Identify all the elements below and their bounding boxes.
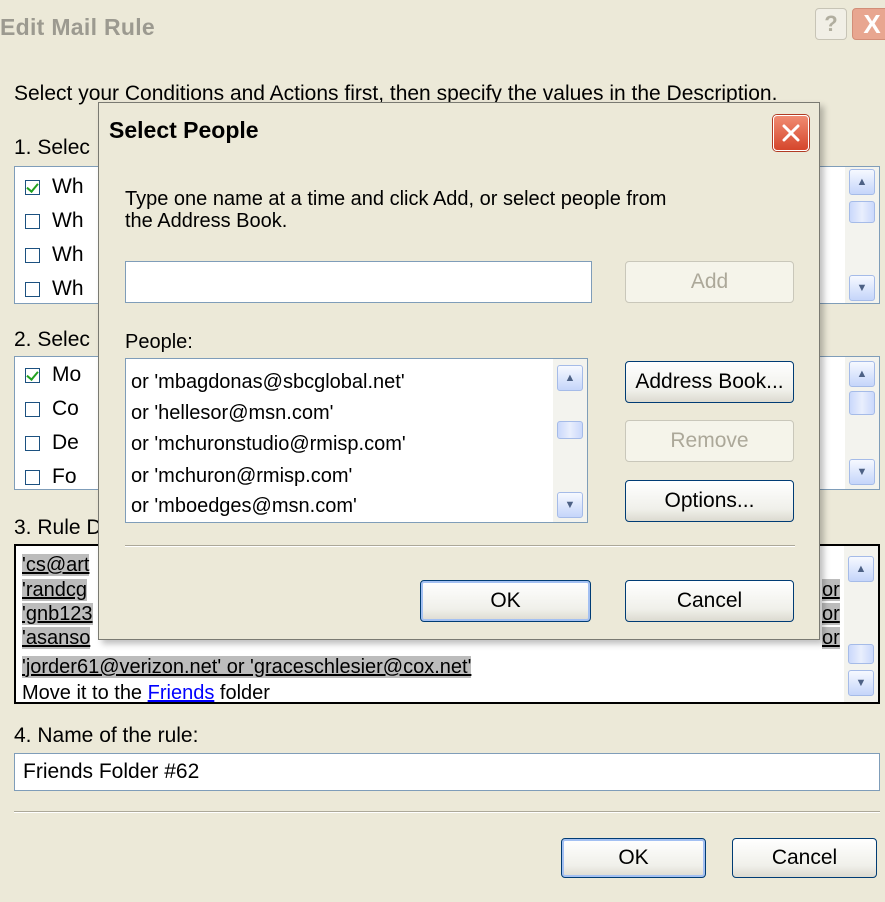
section2-label: 2. Selec — [14, 328, 90, 351]
close-button[interactable]: X — [852, 8, 885, 40]
scroll-up-icon[interactable]: ▲ — [849, 169, 875, 195]
description-recipient-link[interactable]: 'cs@art — [22, 554, 90, 576]
condition-row[interactable]: Wh — [25, 209, 84, 233]
description-recipient-link[interactable]: 'gnb123 — [22, 603, 93, 625]
dialog-title: Select People — [109, 117, 259, 143]
scroll-down-icon[interactable]: ▼ — [557, 492, 583, 518]
remove-button[interactable]: Remove — [625, 420, 794, 462]
scroll-up-icon[interactable]: ▲ — [849, 361, 875, 387]
checkbox[interactable] — [25, 247, 40, 263]
close-icon[interactable] — [773, 115, 809, 151]
scroll-down-icon[interactable]: ▼ — [849, 275, 875, 301]
action-label: Co — [52, 397, 79, 420]
people-list[interactable]: or 'mbagdonas@sbcglobal.net' or 'helleso… — [125, 358, 588, 523]
description-recipient-link[interactable]: 'asanso — [22, 627, 91, 649]
condition-label: Wh — [52, 243, 84, 266]
rule-name-input[interactable]: Friends Folder #62 — [14, 753, 880, 791]
list-item[interactable]: or 'mchuron@rmisp.com' — [131, 465, 352, 488]
action-label: De — [52, 431, 79, 454]
description-or-text: or — [822, 579, 840, 601]
select-people-dialog: Select People Type one name at a time an… — [98, 102, 820, 640]
list-item[interactable]: or 'mboedges@msn.com' — [131, 495, 357, 518]
section3-label: 3. Rule D — [14, 516, 102, 539]
options-button[interactable]: Options... — [625, 480, 794, 522]
checkbox[interactable] — [25, 367, 40, 383]
condition-label: Wh — [52, 175, 84, 198]
ok-button[interactable]: OK — [561, 838, 706, 878]
section4-label: 4. Name of the rule: — [14, 724, 199, 747]
action-label: Fo — [52, 465, 77, 488]
conditions-scrollbar[interactable]: ▲ ▼ — [845, 167, 879, 303]
description-folder-text: folder — [214, 682, 270, 704]
help-button[interactable]: ? — [815, 8, 847, 40]
description-or-text: or — [822, 603, 840, 625]
description-recipient-link[interactable]: 'randcg — [22, 579, 87, 601]
divider — [14, 811, 880, 813]
scroll-thumb[interactable] — [848, 644, 874, 664]
people-scrollbar[interactable]: ▲ ▼ — [553, 359, 587, 522]
ok-button[interactable]: OK — [420, 580, 591, 622]
checkbox[interactable] — [25, 213, 40, 229]
people-label: People: — [125, 331, 193, 353]
description-scrollbar[interactable]: ▲ ▼ — [844, 546, 878, 702]
action-row[interactable]: Co — [25, 397, 79, 421]
scroll-thumb[interactable] — [557, 421, 583, 439]
action-label: Mo — [52, 363, 82, 386]
select-people-instruction: Type one name at a time and click Add, o… — [125, 188, 667, 232]
action-row[interactable]: De — [25, 431, 79, 455]
cancel-button[interactable]: Cancel — [625, 580, 794, 622]
scroll-up-icon[interactable]: ▲ — [848, 556, 874, 582]
condition-label: Wh — [52, 277, 84, 300]
actions-scrollbar[interactable]: ▲ ▼ — [845, 357, 879, 489]
name-input[interactable] — [125, 261, 592, 303]
checkbox[interactable] — [25, 179, 40, 195]
checkbox[interactable] — [25, 469, 40, 485]
checkbox[interactable] — [25, 401, 40, 417]
action-row[interactable]: Fo — [25, 465, 77, 489]
scroll-down-icon[interactable]: ▼ — [849, 459, 875, 485]
cancel-button[interactable]: Cancel — [732, 838, 877, 878]
edit-rule-title: Edit Mail Rule — [0, 14, 155, 40]
list-item[interactable]: or 'hellesor@msn.com' — [131, 402, 333, 425]
list-item[interactable]: or 'mchuronstudio@rmisp.com' — [131, 433, 406, 456]
description-move-text: Move it to the — [22, 682, 148, 704]
condition-row[interactable]: Wh — [25, 175, 84, 199]
condition-row[interactable]: Wh — [25, 277, 84, 301]
scroll-up-icon[interactable]: ▲ — [557, 365, 583, 391]
list-item[interactable]: or 'mbagdonas@sbcglobal.net' — [131, 371, 405, 394]
section1-label: 1. Selec — [14, 136, 90, 159]
condition-row[interactable]: Wh — [25, 243, 84, 267]
divider — [125, 545, 795, 547]
scroll-down-icon[interactable]: ▼ — [848, 670, 874, 696]
checkbox[interactable] — [25, 281, 40, 297]
checkbox[interactable] — [25, 435, 40, 451]
description-or-text: or — [822, 627, 840, 649]
add-button[interactable]: Add — [625, 261, 794, 303]
friends-folder-link[interactable]: Friends — [148, 682, 215, 702]
action-row[interactable]: Mo — [25, 363, 81, 387]
condition-label: Wh — [52, 209, 84, 232]
scroll-thumb[interactable] — [849, 391, 875, 415]
address-book-button[interactable]: Address Book... — [625, 361, 794, 403]
description-recipient-link[interactable]: 'jorder61@verizon.net' or 'graceschlesie… — [22, 656, 472, 678]
scroll-thumb[interactable] — [849, 201, 875, 223]
